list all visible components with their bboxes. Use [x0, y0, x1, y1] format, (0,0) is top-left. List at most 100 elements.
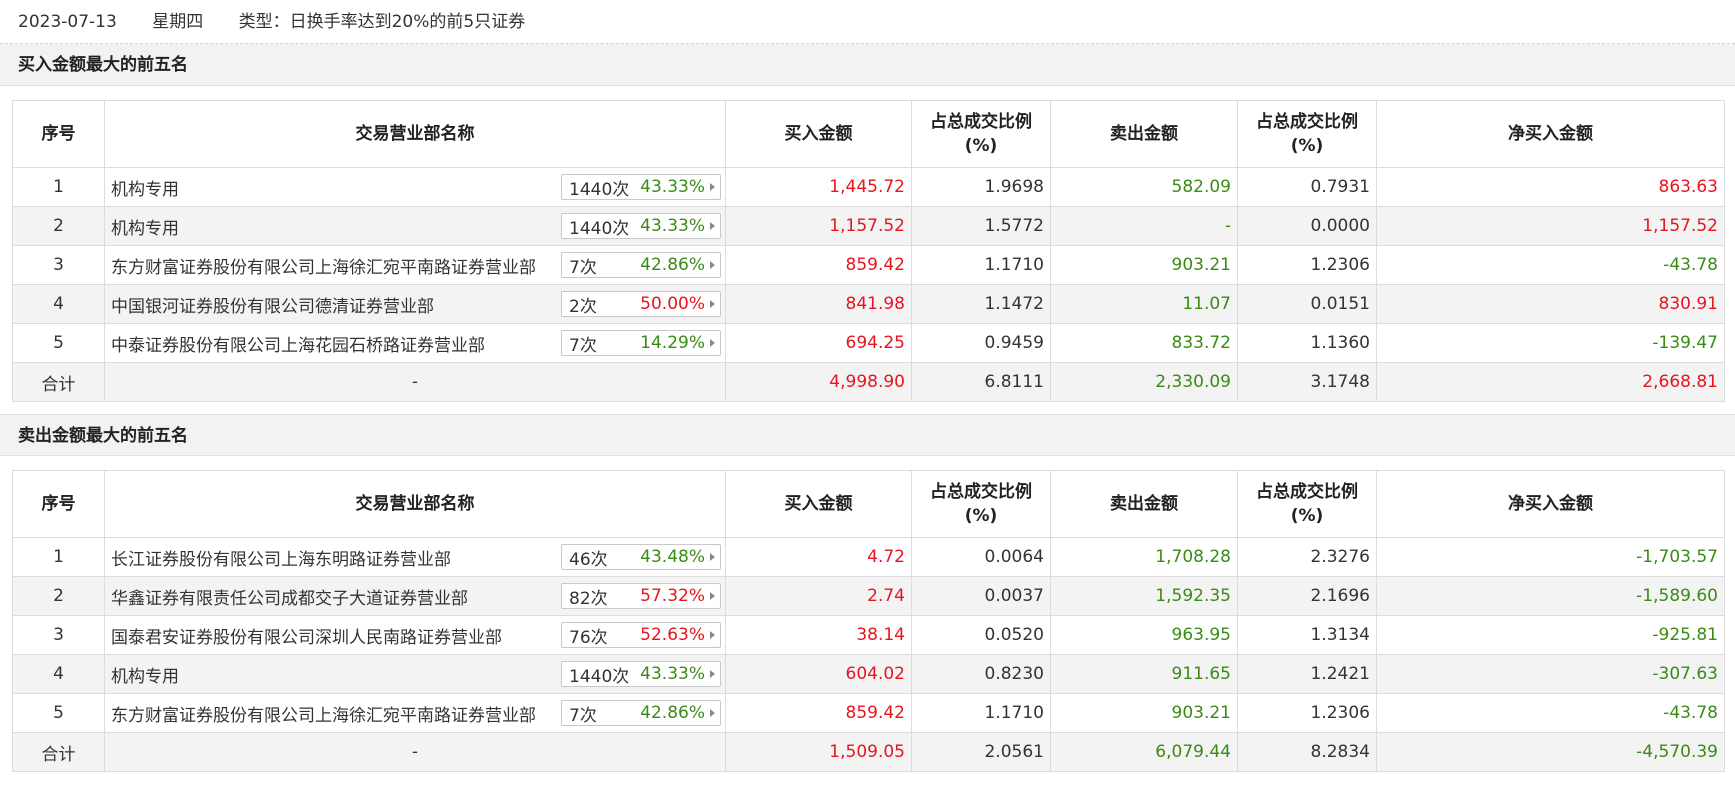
total-sell-ratio: 8.2834 — [1237, 732, 1377, 772]
broker-name[interactable]: 中国银河证券股份有限公司德清证券营业部 — [111, 292, 434, 317]
sell-ratio: 2.1696 — [1237, 576, 1377, 616]
buy-amount: 859.42 — [725, 693, 912, 733]
col-sell-ratio-line1: 占总成交比例 — [1256, 482, 1358, 502]
col-buy-ratio-line1: 占总成交比例 — [930, 482, 1032, 502]
expand-arrow-icon[interactable] — [710, 592, 715, 600]
row-index: 1 — [12, 167, 105, 207]
sell-amount: - — [1050, 206, 1238, 246]
broker-stats-badge[interactable]: 2次 50.00% — [561, 291, 721, 317]
win-rate: 50.00% — [640, 294, 705, 314]
buy-amount: 2.74 — [725, 576, 912, 616]
broker-stats-badge[interactable]: 7次 42.86% — [561, 252, 721, 278]
total-name: - — [104, 732, 726, 772]
broker-name[interactable]: 机构专用 — [111, 214, 179, 239]
win-rate: 43.48% — [640, 547, 705, 567]
broker-name[interactable]: 国泰君安证券股份有限公司深圳人民南路证券营业部 — [111, 623, 502, 648]
buy-amount: 694.25 — [725, 323, 912, 363]
buy-ratio: 1.5772 — [911, 206, 1051, 246]
buy-top5-table: 序号 交易营业部名称 买入金额 占总成交比例 (%) 卖出金额 占总成交比例 (%)… — [12, 100, 1725, 402]
total-buy-ratio: 6.8111 — [911, 362, 1051, 402]
broker-stats-badge[interactable]: 7次 14.29% — [561, 330, 721, 356]
row-index: 3 — [12, 615, 105, 655]
win-rate: 42.86% — [640, 255, 705, 275]
sell-ratio: 2.3276 — [1237, 537, 1377, 577]
broker-cell: 长江证券股份有限公司上海东明路证券营业部 46次 43.48% — [104, 537, 726, 577]
expand-arrow-icon[interactable] — [710, 631, 715, 639]
total-buy: 4,998.90 — [725, 362, 912, 402]
sell-amount: 582.09 — [1050, 167, 1238, 207]
broker-cell: 国泰君安证券股份有限公司深圳人民南路证券营业部 76次 52.63% — [104, 615, 726, 655]
net-amount: -1,589.60 — [1376, 576, 1725, 616]
broker-stats-badge[interactable]: 1440次 43.33% — [561, 661, 721, 687]
buy-ratio: 0.0520 — [911, 615, 1051, 655]
sell-ratio: 1.1360 — [1237, 323, 1377, 363]
buy-ratio: 1.1472 — [911, 284, 1051, 324]
win-rate: 57.32% — [640, 586, 705, 606]
buy-amount: 604.02 — [725, 654, 912, 694]
expand-arrow-icon[interactable] — [710, 339, 715, 347]
total-sell-ratio: 3.1748 — [1237, 362, 1377, 402]
col-idx: 序号 — [12, 100, 105, 168]
win-rate: 14.29% — [640, 333, 705, 353]
broker-name[interactable]: 东方财富证券股份有限公司上海徐汇宛平南路证券营业部 — [111, 253, 536, 278]
buy-ratio: 0.0037 — [911, 576, 1051, 616]
broker-stats-badge[interactable]: 1440次 43.33% — [561, 213, 721, 239]
net-amount: 1,157.52 — [1376, 206, 1725, 246]
table-row: 1 机构专用 1440次 43.33% 1,445.72 1.9698 582.09 0.79… — [12, 167, 1725, 207]
broker-wrap: 机构专用 1440次 43.33% — [111, 213, 721, 239]
net-amount: -43.78 — [1376, 693, 1725, 733]
broker-name[interactable]: 华鑫证券有限责任公司成都交子大道证券营业部 — [111, 584, 468, 609]
appearance-count: 82次 — [569, 588, 608, 609]
broker-name[interactable]: 中泰证券股份有限公司上海花园石桥路证券营业部 — [111, 331, 485, 356]
expand-arrow-icon[interactable] — [710, 670, 715, 678]
broker-name[interactable]: 东方财富证券股份有限公司上海徐汇宛平南路证券营业部 — [111, 701, 536, 726]
sell-amount: 911.65 — [1050, 654, 1238, 694]
buy-ratio: 0.8230 — [911, 654, 1051, 694]
broker-stats-badge[interactable]: 1440次 43.33% — [561, 174, 721, 200]
row-index: 4 — [12, 284, 105, 324]
buy-amount: 859.42 — [725, 245, 912, 285]
row-index: 5 — [12, 323, 105, 363]
expand-arrow-icon[interactable] — [710, 261, 715, 269]
broker-wrap: 东方财富证券股份有限公司上海徐汇宛平南路证券营业部 7次 42.86% — [111, 252, 721, 278]
sell-section-title: 卖出金额最大的前五名 — [0, 414, 1735, 456]
col-sell-ratio-line1: 占总成交比例 — [1256, 112, 1358, 132]
table-row: 1 长江证券股份有限公司上海东明路证券营业部 46次 43.48% 4.72 0.0064… — [12, 537, 1725, 577]
broker-cell: 东方财富证券股份有限公司上海徐汇宛平南路证券营业部 7次 42.86% — [104, 245, 726, 285]
sell-amount: 903.21 — [1050, 693, 1238, 733]
broker-stats-badge[interactable]: 82次 57.32% — [561, 583, 721, 609]
col-sell-ratio-line2: (%) — [1290, 136, 1324, 156]
expand-arrow-icon[interactable] — [710, 300, 715, 308]
appearance-count: 1440次 — [569, 179, 630, 200]
col-buy-ratio: 占总成交比例 (%) — [911, 100, 1051, 168]
broker-wrap: 机构专用 1440次 43.33% — [111, 661, 721, 687]
broker-name[interactable]: 机构专用 — [111, 175, 179, 200]
col-buy-ratio: 占总成交比例 (%) — [911, 470, 1051, 538]
broker-stats-badge[interactable]: 46次 43.48% — [561, 544, 721, 570]
table-header-row: 序号 交易营业部名称 买入金额 占总成交比例 (%) 卖出金额 占总成交比例 (%)… — [12, 470, 1725, 538]
broker-name[interactable]: 长江证券股份有限公司上海东明路证券营业部 — [111, 545, 451, 570]
total-name: - — [104, 362, 726, 402]
broker-stats-badge[interactable]: 76次 52.63% — [561, 622, 721, 648]
expand-arrow-icon[interactable] — [710, 222, 715, 230]
expand-arrow-icon[interactable] — [710, 709, 715, 717]
sell-ratio: 1.2421 — [1237, 654, 1377, 694]
row-index: 2 — [12, 206, 105, 246]
buy-ratio: 1.1710 — [911, 245, 1051, 285]
total-label: 合计 — [12, 362, 105, 402]
col-name: 交易营业部名称 — [104, 470, 726, 538]
expand-arrow-icon[interactable] — [710, 553, 715, 561]
appearance-count: 1440次 — [569, 666, 630, 687]
broker-cell: 中国银河证券股份有限公司德清证券营业部 2次 50.00% — [104, 284, 726, 324]
col-buy: 买入金额 — [725, 470, 912, 538]
row-index: 4 — [12, 654, 105, 694]
broker-stats-badge[interactable]: 7次 42.86% — [561, 700, 721, 726]
sell-ratio: 0.0000 — [1237, 206, 1377, 246]
broker-cell: 机构专用 1440次 43.33% — [104, 206, 726, 246]
table-row: 5 中泰证券股份有限公司上海花园石桥路证券营业部 7次 14.29% 694.25 0.9… — [12, 323, 1725, 363]
win-rate: 52.63% — [640, 625, 705, 645]
appearance-count: 7次 — [569, 257, 597, 278]
expand-arrow-icon[interactable] — [710, 183, 715, 191]
broker-name[interactable]: 机构专用 — [111, 662, 179, 687]
broker-wrap: 中国银河证券股份有限公司德清证券营业部 2次 50.00% — [111, 291, 721, 317]
